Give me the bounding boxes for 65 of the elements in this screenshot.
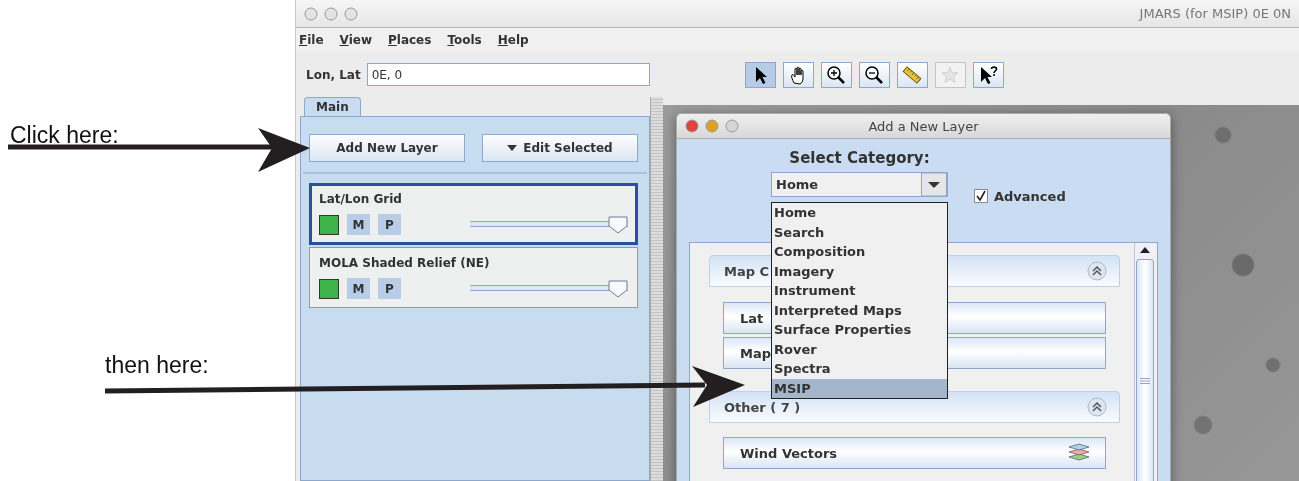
grip-icon (1140, 378, 1150, 384)
location-field[interactable]: 0E, 0 (366, 63, 650, 86)
layer-toggle[interactable]: P (378, 214, 401, 235)
dropdown-arrow-icon (921, 173, 947, 196)
collapse-icon[interactable] (1087, 397, 1107, 417)
dropdown-option[interactable]: Interpreted Maps (772, 300, 947, 320)
star-icon (940, 64, 961, 85)
field-label: Lon, Lat (306, 67, 361, 82)
dropdown-option[interactable]: MSIP (772, 378, 947, 398)
layer-card[interactable]: MOLA Shaded Relief (NE) M P (309, 247, 638, 308)
window-control-icon (344, 6, 358, 21)
layer-toggle[interactable]: P (378, 278, 401, 299)
dropdown-option[interactable]: Instrument (772, 281, 947, 301)
category-label: Select Category: (789, 149, 930, 167)
checkbox[interactable] (974, 189, 988, 203)
dropdown-option[interactable]: Home (772, 203, 947, 223)
window-title: JMARS (for MSIP) 0E 0N (1139, 6, 1291, 21)
layer-toggle[interactable]: M (347, 278, 370, 299)
slider-thumb[interactable] (608, 216, 628, 234)
section-title: Other ( 7 ) (724, 399, 801, 415)
instruction-text: then here: (105, 352, 209, 378)
window-control-icon (324, 6, 338, 21)
layer-card[interactable]: Lat/Lon Grid M P (309, 183, 638, 245)
menu-item[interactable]: Places (388, 33, 432, 47)
dialog-title: Add a New Layer (868, 118, 979, 134)
tab[interactable]: Main (304, 97, 361, 116)
layer-option-button[interactable]: Wind Vectors (723, 437, 1106, 469)
dropdown-option[interactable]: Composition (772, 242, 947, 262)
help-pointer-icon (978, 64, 999, 85)
window-control-icon (304, 6, 318, 21)
dropdown-option[interactable]: Surface Properties (772, 320, 947, 340)
layer-name: MOLA Shaded Relief (NE) (319, 256, 490, 270)
dropdown-option[interactable]: Imagery (772, 261, 947, 281)
window-control-icon (705, 119, 719, 133)
layer-toggle[interactable]: M (347, 214, 370, 235)
category-dropdown[interactable]: Home (771, 172, 948, 197)
menu-item[interactable]: Help (497, 33, 529, 47)
dropdown-option[interactable]: Search (772, 222, 947, 242)
color-swatch[interactable] (319, 214, 339, 235)
menu-item[interactable]: Tools (447, 33, 482, 47)
tool-button[interactable] (744, 61, 776, 88)
dropdown-option[interactable]: Rover (772, 339, 947, 359)
tool-button[interactable] (972, 61, 1004, 88)
scrollbar[interactable] (1134, 243, 1155, 481)
menu-item[interactable]: View (339, 33, 372, 47)
tool-button[interactable] (782, 61, 814, 88)
collapse-icon[interactable] (1087, 261, 1107, 281)
window-control-icon (685, 119, 699, 133)
tool-button[interactable] (858, 61, 890, 88)
slider-thumb[interactable] (608, 280, 628, 298)
zoom-in-icon (826, 64, 847, 85)
menu-button[interactable]: Edit Selected (482, 134, 638, 162)
dropdown-option[interactable]: Spectra (772, 359, 947, 379)
color-swatch[interactable] (319, 278, 339, 299)
tool-button[interactable] (820, 61, 852, 88)
instruction-text: Click here: (10, 122, 119, 148)
section-title: Map C (724, 263, 770, 279)
add-layer-button[interactable]: Add New Layer (309, 134, 465, 162)
menu-item[interactable]: File (299, 33, 324, 47)
checkbox-label: Advanced (994, 188, 1066, 204)
zoom-out-icon (864, 64, 885, 85)
caret-icon (507, 145, 518, 151)
layers-icon (1067, 442, 1091, 464)
layer-name: Lat/Lon Grid (319, 192, 402, 206)
window-control-icon (725, 119, 739, 133)
